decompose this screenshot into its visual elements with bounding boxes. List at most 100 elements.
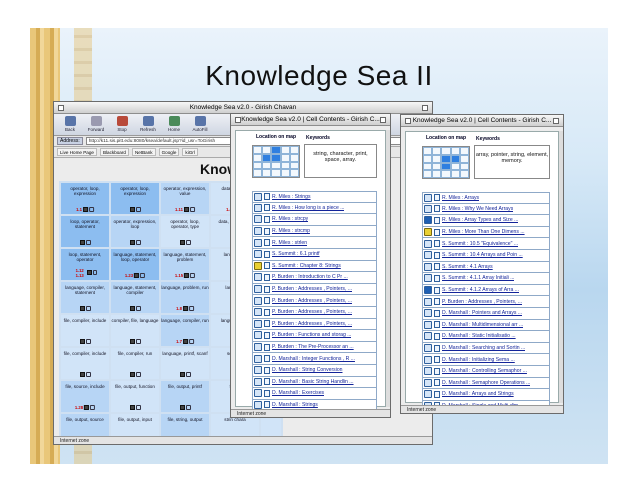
document-link[interactable]: D. Marshall : Exercises [272,390,324,396]
map-cell[interactable]: operator, expression, loop [111,216,159,247]
grid-icon[interactable] [180,372,185,377]
user-icon[interactable] [186,372,191,377]
grid-icon[interactable] [130,339,135,344]
list-item[interactable]: D. Marshall : Searching and Sortin ... [422,342,550,355]
list-item[interactable]: R. Miles : strcmp [252,225,377,238]
list-item[interactable]: S. Summit : 4.1.2 Arrays of Arra ... [422,284,550,297]
user-icon[interactable] [140,272,146,278]
list-item[interactable]: P. Burden : Addresses , Pointers, ... [252,306,377,319]
document-link[interactable]: D. Marshall : Pointers and Arrays ... [442,310,522,316]
document-link[interactable]: S. Summit : 4.1.2 Arrays of Arra ... [442,287,519,293]
document-link[interactable]: D. Marshall : Multidimensional arr ... [442,322,523,328]
document-link[interactable]: P. Burden : Addresses , Pointers, ... [272,298,352,304]
list-item[interactable]: D. Marshall : Basic String Handlin ... [252,376,377,389]
document-link[interactable]: R. Miles : Array Types and Size ... [442,217,518,223]
grid-icon[interactable] [130,207,135,212]
list-item[interactable]: R. Miles : Array Types and Size ... [422,215,550,227]
toolbar-button-forward[interactable]: Forward [84,116,108,133]
grid-icon[interactable] [87,270,92,276]
map-cell[interactable]: operator, loop, expression [111,183,159,214]
document-link[interactable]: R. Miles : More Than One Dimens ... [442,229,525,235]
close-icon[interactable] [405,118,411,124]
document-link[interactable]: P. Burden : Addresses , Pointers, ... [272,309,352,315]
zoom-icon[interactable] [553,118,559,124]
grid-icon[interactable] [180,240,185,245]
list-item[interactable]: D. Marshall : Integer Functions , R ... [252,353,377,365]
map-cell[interactable]: loop, operator, statement [61,216,109,247]
map-cell[interactable]: compiler, file, language [111,315,159,346]
map-cell[interactable]: language, statement, problem 1.15 [161,249,209,280]
grid-icon[interactable] [130,240,135,245]
document-link[interactable]: P. Burden : Addresses , Pointers, ... [272,321,352,327]
document-link[interactable]: S. Summit : Chapter 8: Strings [272,263,341,269]
map-cell[interactable]: language, problem, run 1.8 [161,282,209,313]
toolbar-button-autofill[interactable]: AutoFill [188,116,212,133]
document-link[interactable]: S. Summit : 6.1 printf [272,251,320,257]
map-cell[interactable]: language, compiler, run 1.7 [161,315,209,346]
user-icon[interactable] [136,372,141,377]
document-link[interactable]: D. Marshall : Arrays and Strings [442,391,514,397]
document-link[interactable]: D. Marshall : Strings [272,402,318,408]
grid-icon[interactable] [80,240,85,245]
map-cell[interactable]: loop, statement, operator 1.12 1.13 [61,249,109,280]
document-link[interactable]: D. Marshall : Searching and Sortin ... [442,345,525,351]
map-cell[interactable]: file, compiler, include [61,315,109,346]
list-item[interactable]: S. Summit : 4.1.1 Array Initiali ... [422,273,550,285]
document-link[interactable]: R. Miles : strcmp [272,228,310,234]
list-item[interactable]: S. Summit : Chapter 8: Strings [252,260,377,273]
map-cell[interactable]: file, compiler, run [111,348,159,379]
map-cell[interactable]: operator, loop, operator, type [161,216,209,247]
toolbar-button-back[interactable]: Back [58,116,82,133]
user-icon[interactable] [92,270,97,276]
toolbar-button-stop[interactable]: Stop [110,116,134,133]
grid-icon[interactable] [182,305,188,311]
list-item[interactable]: S. Summit : 6.1 printf [252,248,377,261]
user-icon[interactable] [189,206,195,212]
close-icon[interactable] [235,117,241,123]
document-link[interactable]: D. Marshall : Semaphore Operations ... [442,380,530,386]
list-item[interactable]: D. Marshall : Static Initialisatio ... [422,331,550,343]
list-item[interactable]: R. Miles : Strings [252,191,377,203]
document-link[interactable]: D. Marshall : Integer Functions , R ... [272,356,355,362]
document-link[interactable]: P. Burden : Functions and storag ... [272,332,351,338]
grid-icon[interactable] [82,206,88,212]
grid-icon[interactable] [80,306,85,311]
map-cell[interactable]: file, compiler, include [61,348,109,379]
document-link[interactable]: R. Miles : How long is a piece ... [272,205,344,211]
user-icon[interactable] [136,405,141,410]
user-icon[interactable] [136,207,141,212]
document-link[interactable]: R. Miles : Why We Need Arrays [442,206,513,212]
list-item[interactable]: R. Miles : strlen [252,237,377,249]
document-link[interactable]: S. Summit : 4.1 Arrays [442,264,493,270]
grid-icon[interactable] [80,339,85,344]
user-icon[interactable] [88,206,94,212]
grid-icon[interactable] [130,405,135,410]
document-link[interactable]: D. Marshall : Controlling Semaphor ... [442,368,527,374]
list-item[interactable]: S. Summit : 10.5 "Equivalence" ... [422,238,550,250]
toolbar-button-refresh[interactable]: Refresh [136,116,160,133]
list-item[interactable]: R. Miles : Why We Need Arrays [422,203,550,216]
map-cell[interactable]: language, printf, scanf [161,348,209,379]
list-item[interactable]: P. Burden : Addresses , Pointers, ... [252,283,377,296]
map-cell[interactable]: operator, expression, value 1.11 [161,183,209,214]
document-link[interactable]: P. Burden : Addresses , Pointers, ... [272,286,352,292]
user-icon[interactable] [86,339,91,344]
cell-window-2-titlebar[interactable]: Knowledge Sea v2.0 | Cell Contents - Gir… [401,115,563,127]
grid-icon[interactable] [84,404,90,410]
list-item[interactable]: D. Marshall : String Conversion [252,364,377,377]
grid-icon[interactable] [134,272,140,278]
list-item[interactable]: P. Burden : Addresses , Pointers, ... [422,296,550,308]
list-item[interactable]: D. Marshall : Arrays and Strings [422,389,550,401]
user-icon[interactable] [186,240,191,245]
map-cell[interactable]: file, source, include 1.28 [61,381,109,412]
user-icon[interactable] [86,306,91,311]
document-link[interactable]: D. Marshall : Static Initialisatio ... [442,333,516,339]
grid-icon[interactable] [80,372,85,377]
document-link[interactable]: S. Summit : 4.1.1 Array Initiali ... [442,275,514,281]
user-icon[interactable] [136,240,141,245]
toolbar-button-home[interactable]: Home [162,116,186,133]
document-link[interactable]: D. Marshall : Basic String Handlin ... [272,379,354,385]
list-item[interactable]: D. Marshall : Controlling Semaphor ... [422,365,550,378]
list-item[interactable]: D. Marshall : Semaphore Operations ... [422,377,550,390]
list-item[interactable]: P. Burden : Functions and storag ... [252,330,377,342]
